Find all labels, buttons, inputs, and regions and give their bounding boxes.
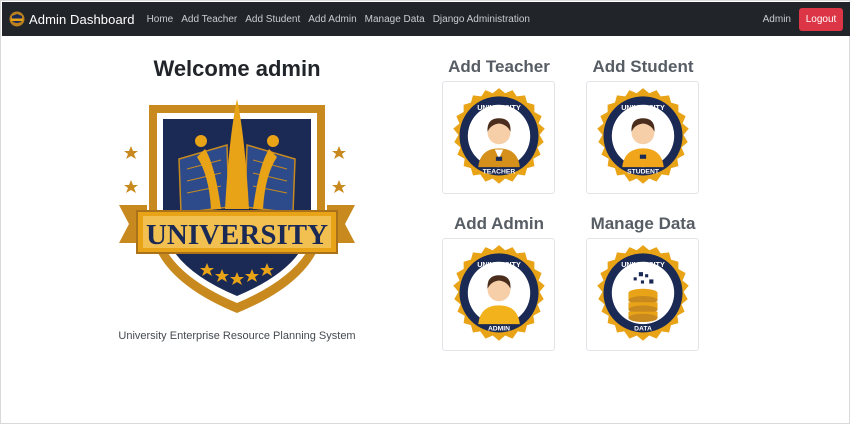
nav-link-add-student[interactable]: Add Student (245, 14, 300, 25)
add-admin-card[interactable]: UNIVERSITY ADMIN (442, 238, 555, 351)
admin-icon: UNIVERSITY ADMIN (452, 244, 545, 341)
badge-top-text: UNIVERSITY (621, 102, 665, 111)
nav-right: Admin Logout (762, 7, 843, 31)
current-user: Admin (762, 13, 791, 25)
university-emblem: UNIVERSITY (119, 99, 355, 313)
top-navbar: Admin Dashboard Home Add Teacher Add Stu… (2, 2, 850, 36)
add-teacher-title: Add Teacher (448, 57, 550, 76)
badge-top-text: UNIVERSITY (621, 259, 665, 268)
brand[interactable]: Admin Dashboard (9, 11, 135, 27)
brand-title: Admin Dashboard (29, 11, 135, 27)
add-student-card[interactable]: UNIVERSITY STUDENT (586, 81, 699, 194)
add-student-title: Add Student (592, 57, 694, 76)
database-icon: UNIVERSITY DATA (596, 244, 689, 341)
add-teacher-card[interactable]: UNIVERSITY TEACHER (442, 81, 555, 194)
university-logo-icon (9, 11, 25, 27)
teacher-icon: UNIVERSITY TEACHER (452, 87, 545, 184)
add-admin-title: Add Admin (453, 214, 545, 233)
badge-top-text: UNIVERSITY (477, 102, 521, 111)
nav-link-add-admin[interactable]: Add Admin (308, 14, 356, 25)
badge-bottom-text: ADMIN (487, 325, 509, 332)
badge-bottom-text: STUDENT (627, 168, 660, 175)
system-subtitle: University Enterprise Resource Planning … (118, 330, 356, 342)
nav-link-home[interactable]: Home (147, 14, 174, 25)
manage-data-card[interactable]: UNIVERSITY DATA (586, 238, 699, 351)
manage-data-title: Manage Data (590, 214, 696, 233)
student-icon: UNIVERSITY STUDENT (596, 87, 689, 184)
badge-top-text: UNIVERSITY (477, 259, 521, 268)
emblem-text: UNIVERSITY (146, 219, 328, 251)
nav-links: Home Add Teacher Add Student Add Admin M… (143, 14, 534, 25)
page-title: Welcome admin (153, 56, 321, 81)
logout-button[interactable]: Logout (799, 7, 843, 31)
nav-link-add-teacher[interactable]: Add Teacher (181, 14, 237, 25)
nav-link-django-administration[interactable]: Django Administration (433, 14, 530, 25)
nav-link-manage-data[interactable]: Manage Data (365, 14, 425, 25)
badge-bottom-text: DATA (634, 325, 652, 332)
page-frame: Admin Dashboard Home Add Teacher Add Stu… (0, 0, 850, 424)
badge-bottom-text: TEACHER (482, 168, 515, 175)
